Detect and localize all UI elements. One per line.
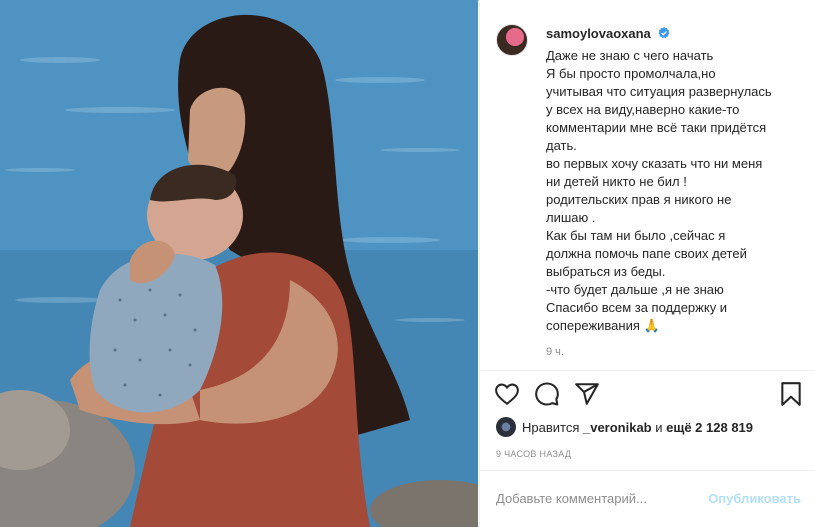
post-date[interactable]: 9 часов назад [496,449,571,459]
caption-timestamp[interactable]: 9 ч. [546,346,564,358]
divider [480,470,815,471]
paper-plane-icon[interactable] [574,381,600,407]
post-details-panel: samoylovaoxana Даже не знаю с чего начат… [479,0,815,527]
likes-summary: Нравится _veronikab и ещё 2 128 819 [496,416,806,438]
caption-line: комментарии мне всё таки придётся [546,120,767,135]
caption-line: сопереживания 🙏 [546,318,660,333]
verified-badge-icon [658,27,670,39]
caption-line: лишаю . [546,210,596,225]
comment-form: Опубликовать [496,482,801,514]
divider [480,370,815,371]
post-photo[interactable] [0,0,478,527]
caption-line: дать. [546,138,577,153]
likes-conjunction: и [651,419,667,435]
bookmark-icon[interactable] [778,381,804,407]
author-avatar[interactable] [496,24,528,56]
likes-prefix: Нравится [522,419,583,435]
post-caption: samoylovaoxana Даже не знаю с чего начат… [546,25,801,335]
author-username[interactable]: samoylovaoxana [546,26,651,41]
action-bar [494,381,804,409]
liker-avatar[interactable] [496,417,516,437]
caption-line: Даже не знаю с чего начать [546,48,714,63]
comment-input[interactable] [496,490,696,506]
caption-line: Я бы просто промолчала,но [546,66,716,81]
liker-username[interactable]: _veronikab [583,420,652,435]
caption-line: у всех на виду,наверно какие-то [546,102,740,117]
caption-line: учитывая что ситуация развернулась [546,84,772,99]
caption-line: выбраться из беды. [546,264,666,279]
photo-illustration [0,0,478,527]
comment-icon[interactable] [534,381,560,407]
caption-line: Как бы там ни было ,сейчас я [546,228,726,243]
caption-line: Спасибо всем за поддержку и [546,300,728,315]
caption-line: во первых хочу сказать что ни меня [546,156,763,171]
caption-line: ни детей никто не бил ! [546,174,687,189]
caption-line: должна помочь папе своих детей [546,246,747,261]
heart-icon[interactable] [494,381,520,407]
publish-button[interactable]: Опубликовать [708,491,801,506]
caption-line: -что будет дальше ,я не знаю [546,282,724,297]
caption-line: родительских прав я никого не [546,192,732,207]
likes-count-link[interactable]: ещё 2 128 819 [666,420,753,435]
